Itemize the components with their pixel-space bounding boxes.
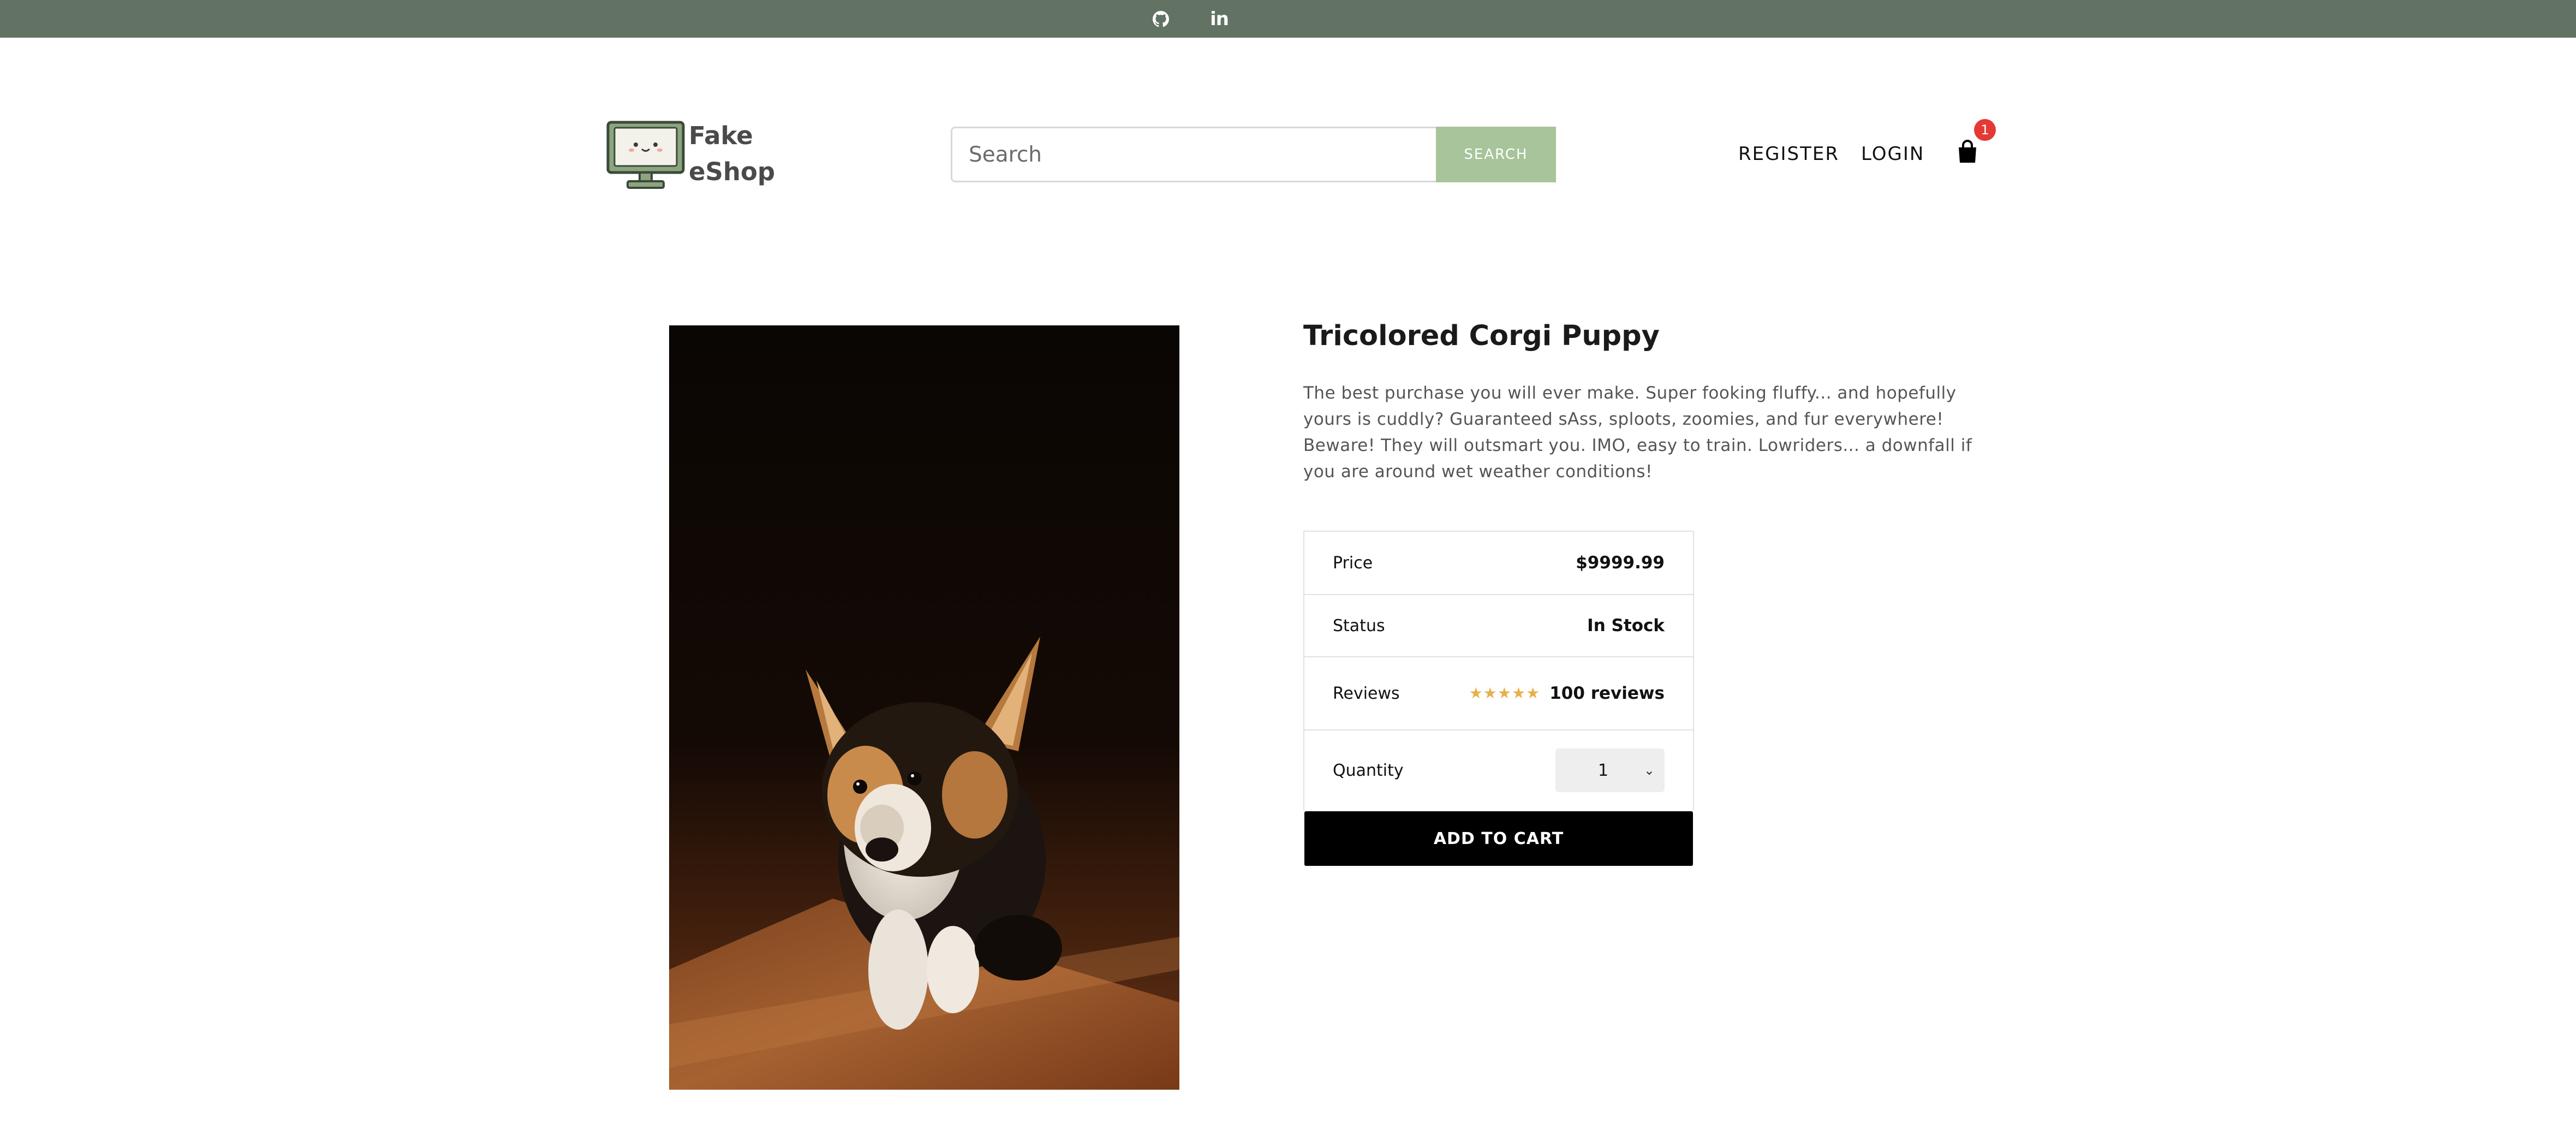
shopping-bag-icon[interactable]	[1957, 140, 1978, 164]
quantity-row: Quantity 1 ⌄	[1304, 730, 1693, 810]
product-image	[669, 325, 1179, 1090]
quantity-label: Quantity	[1333, 760, 1404, 780]
brand-line-1: Fake	[689, 121, 753, 150]
corgi-photo	[669, 325, 1179, 1090]
register-link[interactable]: REGISTER	[1738, 141, 1839, 167]
quantity-value: 1	[1598, 760, 1609, 780]
status-row: Status In Stock	[1304, 595, 1693, 657]
reviews-count: 100 reviews	[1549, 684, 1665, 703]
reviews-label: Reviews	[1333, 684, 1400, 703]
social-bar: in	[0, 0, 2576, 38]
chevron-down-icon: ⌄	[1643, 763, 1655, 778]
login-link[interactable]: LOGIN	[1861, 141, 1924, 167]
github-link[interactable]	[1147, 5, 1174, 33]
star-rating: ★ ★ ★ ★ ★	[1469, 686, 1540, 701]
status-label: Status	[1333, 616, 1385, 635]
logo-link[interactable]: Fake eShop	[606, 115, 776, 197]
product-description: The best purchase you will ever make. Su…	[1303, 383, 1972, 482]
search-button[interactable]: SEARCH	[1436, 127, 1556, 182]
search-input[interactable]	[951, 127, 1436, 182]
product-info-table: Price $9999.99 Status In Stock Reviews ★…	[1303, 531, 1694, 810]
linkedin-link[interactable]: in	[1206, 5, 1233, 33]
github-icon	[1153, 11, 1169, 27]
star-icon: ★	[1497, 684, 1512, 702]
star-icon: ★	[1469, 684, 1483, 702]
reviews-summary: ★ ★ ★ ★ ★ 100 reviews	[1469, 684, 1665, 703]
star-icon: ★	[1483, 684, 1497, 702]
star-icon: ★	[1512, 684, 1526, 702]
brand-name: Fake eShop	[689, 118, 776, 190]
product-title: Tricolored Corgi Puppy	[1303, 320, 1660, 352]
monitor-logo-icon	[606, 121, 685, 189]
search-bar: SEARCH	[951, 127, 1556, 182]
star-icon: ★	[1526, 684, 1540, 702]
reviews-row: Reviews ★ ★ ★ ★ ★ 100 reviews	[1304, 657, 1693, 730]
linkedin-icon: in	[1210, 8, 1229, 30]
add-to-cart-button[interactable]: ADD TO CART	[1304, 811, 1693, 866]
price-label: Price	[1333, 553, 1373, 573]
brand-line-2: eShop	[689, 157, 776, 186]
status-value: In Stock	[1587, 616, 1665, 635]
quantity-select[interactable]: 1 ⌄	[1555, 748, 1665, 792]
price-value: $9999.99	[1576, 553, 1665, 573]
price-row: Price $9999.99	[1304, 532, 1693, 595]
cart-count-badge: 1	[1974, 119, 1996, 141]
